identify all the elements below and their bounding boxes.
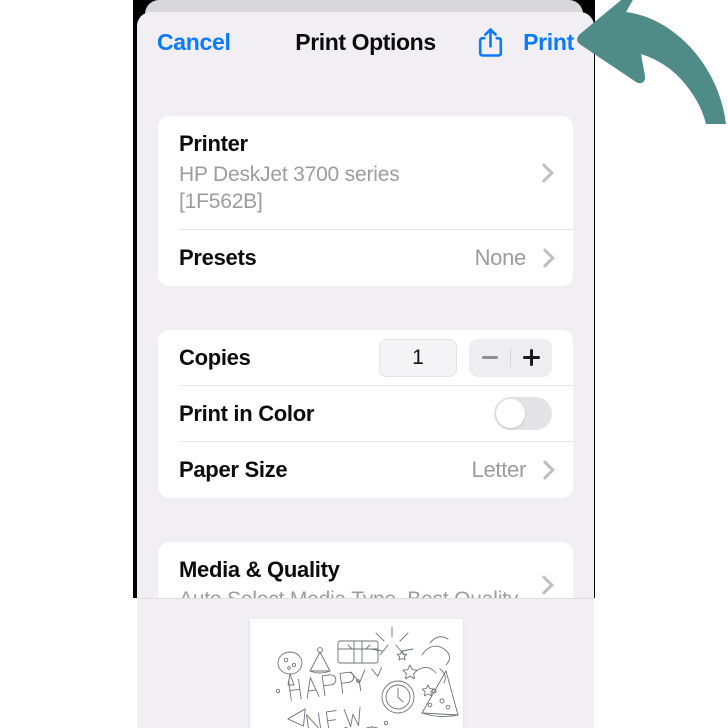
sheet-scroll-body[interactable]: Printer HP DeskJet 3700 series [1F562B] … [137,72,594,598]
print-options-sheet: Cancel Print Options Print Printer HP De… [137,12,594,598]
copies-increment-button[interactable] [511,339,552,377]
preview-artwork [250,619,463,728]
copies-input[interactable]: 1 [379,338,457,377]
print-preview-page[interactable] [250,619,463,728]
paper-size-row[interactable]: Paper Size Letter [158,442,573,498]
annotation-arrow [572,0,728,124]
chevron-right-icon [534,163,554,183]
options-card: Copies 1 Print in Color Paper Size Lette… [158,329,573,498]
print-in-color-toggle[interactable] [494,397,552,431]
toggle-knob [496,399,525,429]
sheet-navbar: Cancel Print Options Print [137,12,594,72]
chevron-right-icon [535,248,555,268]
spacer-after-printer-card [137,286,594,330]
curved-arrow-icon [577,0,726,124]
printer-card: Printer HP DeskJet 3700 series [1F562B] … [158,116,573,286]
print-in-color-label: Print in Color [179,401,315,427]
spacer-top [137,72,594,116]
plus-icon [523,349,540,367]
paper-size-value: Letter [471,456,527,482]
navbar-right-group: Print [478,27,574,57]
printer-row-value: HP DeskJet 3700 series [1F562B] [179,162,400,214]
presets-row-value: None [474,244,527,270]
print-preview-area [137,598,594,728]
printer-row[interactable]: Printer HP DeskJet 3700 series [1F562B] [158,116,573,230]
presets-row-label: Presets [179,245,257,271]
copies-stepper-buttons [469,338,552,377]
chevron-right-icon [535,460,555,480]
media-quality-value: Auto Select Media Type, Best Quality [179,586,518,598]
minus-icon [481,356,498,360]
spacer-after-options-card [137,498,594,542]
copies-decrement-button[interactable] [469,339,510,377]
cancel-button[interactable]: Cancel [157,29,231,56]
copies-stepper: 1 [379,338,552,377]
share-icon[interactable] [478,27,503,57]
screenshot-root: Cancel Print Options Print Printer HP De… [0,0,728,728]
copies-row: Copies 1 [158,330,573,386]
media-quality-label: Media & Quality [179,556,340,582]
chevron-right-icon [534,575,554,595]
media-quality-card: Media & Quality Auto Select Media Type, … [158,541,573,598]
presets-row[interactable]: Presets None [158,230,573,286]
media-quality-row[interactable]: Media & Quality Auto Select Media Type, … [158,542,573,598]
print-in-color-row: Print in Color [158,386,573,442]
print-button[interactable]: Print [523,29,574,56]
printer-row-label: Printer [179,131,248,156]
copies-row-label: Copies [179,345,251,371]
paper-size-label: Paper Size [179,457,288,483]
